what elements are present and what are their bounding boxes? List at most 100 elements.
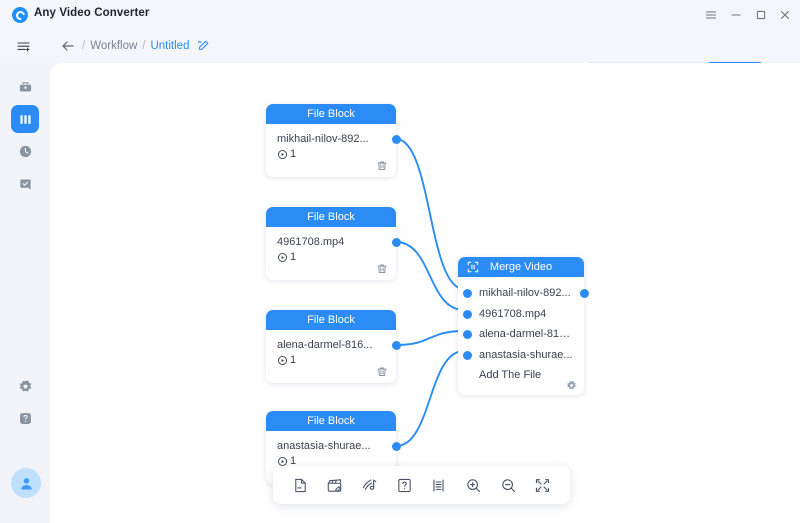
merge-file-row[interactable]: 4961708.mp4 [458, 304, 584, 325]
left-sidebar [0, 63, 50, 523]
gear-icon[interactable] [565, 379, 577, 391]
file-name-label: mikhail-nilov-892... [277, 133, 369, 145]
output-port[interactable] [391, 442, 401, 451]
merge-file-label: mikhail-nilov-892... [479, 287, 571, 300]
app-logo-icon [12, 7, 28, 23]
video-clip-icon [277, 355, 288, 366]
app-title: Any Video Converter [34, 7, 150, 19]
workflow-canvas[interactable]: File Block mikhail-nilov-892... 1 File B… [50, 63, 800, 523]
video-clip-icon [277, 456, 288, 467]
minimize-icon[interactable] [727, 6, 745, 24]
file-count: 1 [277, 251, 386, 263]
output-port[interactable] [391, 135, 401, 144]
help-button[interactable] [393, 474, 415, 496]
merge-file-label: 4961708.mp4 [479, 307, 547, 320]
breadcrumb-item-workflow[interactable]: Workflow [90, 40, 137, 52]
input-port[interactable] [463, 309, 472, 319]
trash-icon[interactable] [375, 262, 388, 275]
audio-wave-note-icon [361, 477, 378, 494]
bookmark-check-icon [18, 177, 33, 192]
zoom-in-button[interactable] [463, 474, 485, 496]
file-count: 1 [277, 148, 386, 160]
trash-icon[interactable] [375, 365, 388, 378]
node-title: Merge Video [489, 261, 553, 273]
node-title: File Block [307, 108, 355, 120]
application-window: Any Video Converter / Workflow / Untitle… [0, 0, 800, 523]
input-port[interactable] [463, 350, 472, 360]
merge-file-label: anastasia-shurae... [479, 348, 573, 361]
sidebar-item-workflow[interactable] [11, 105, 39, 133]
file-count-value: 1 [290, 148, 297, 160]
maximize-icon[interactable] [752, 6, 770, 24]
node-header: File Block [266, 310, 396, 330]
user-icon [18, 475, 35, 492]
edit-pencil-icon[interactable] [197, 39, 210, 52]
audio-button[interactable] [358, 474, 380, 496]
output-port[interactable] [391, 238, 401, 247]
back-arrow-icon[interactable] [60, 38, 76, 54]
node-title: File Block [307, 415, 355, 427]
zoom-out-icon [500, 477, 517, 494]
trash-icon[interactable] [375, 159, 388, 172]
file-name-label: alena-darmel-816... [277, 339, 373, 351]
toolbox-icon [18, 80, 33, 95]
merge-file-row[interactable]: alena-darmel-816... [458, 324, 584, 345]
sidebar-item-history[interactable] [11, 137, 39, 165]
file-count-value: 1 [290, 251, 297, 263]
sidebar-toggle-icon[interactable] [14, 37, 32, 55]
fit-screen-icon [534, 477, 551, 494]
question-help-icon [18, 411, 33, 426]
title-bar: Any Video Converter [0, 0, 800, 30]
node-title: File Block [307, 211, 355, 223]
input-port[interactable] [463, 289, 472, 298]
node-header: File Block [266, 207, 396, 227]
file-name-label: 4961708.mp4 [277, 236, 345, 248]
file-minus-icon [292, 477, 309, 494]
file-block-node[interactable]: File Block mikhail-nilov-892... 1 [266, 104, 401, 177]
breadcrumb-item-current[interactable]: Untitled [150, 40, 189, 52]
close-icon[interactable] [776, 6, 794, 24]
file-count-value: 1 [290, 354, 297, 366]
connection-edges [395, 138, 465, 447]
hamburger-menu-icon[interactable] [702, 6, 720, 24]
canvas-toolbar [273, 466, 570, 504]
file-name-label: anastasia-shurae... [277, 440, 371, 452]
input-port[interactable] [463, 330, 472, 339]
node-header: File Block [266, 411, 396, 431]
zoom-out-button[interactable] [497, 474, 519, 496]
clapperboard-edit-icon [326, 477, 343, 494]
fit-screen-button[interactable] [532, 474, 554, 496]
output-port[interactable] [579, 289, 589, 298]
zoom-in-icon [465, 477, 482, 494]
breadcrumb: / Workflow / Untitled [82, 39, 210, 52]
file-count: 1 [277, 354, 386, 366]
merge-video-node[interactable]: Merge Video mikhail-nilov-892... 4961708… [458, 257, 589, 395]
add-file-label: Add The File [479, 369, 542, 382]
workflow-columns-icon [18, 112, 33, 127]
merge-file-row[interactable]: mikhail-nilov-892... [458, 283, 584, 304]
question-box-icon [396, 477, 413, 494]
list-layout-icon [430, 477, 447, 494]
video-clip-icon [277, 149, 288, 160]
list-view-button[interactable] [428, 474, 450, 496]
breadcrumb-separator-leading: / [82, 39, 86, 52]
node-title: File Block [307, 314, 355, 326]
sidebar-item-settings[interactable] [11, 372, 39, 400]
merge-file-row[interactable]: anastasia-shurae... [458, 345, 584, 366]
video-clip-icon [277, 252, 288, 263]
merge-icon [466, 260, 479, 273]
sidebar-item-toolbox[interactable] [11, 73, 39, 101]
user-avatar[interactable] [11, 468, 41, 498]
add-file-button[interactable] [289, 474, 311, 496]
sidebar-item-tasks[interactable] [11, 170, 39, 198]
merge-file-label: alena-darmel-816... [479, 328, 574, 341]
top-bar: / Workflow / Untitled Open a Workflow [0, 30, 800, 88]
gear-icon [18, 379, 33, 394]
edit-video-button[interactable] [324, 474, 346, 496]
file-block-node[interactable]: File Block 4961708.mp4 1 [266, 207, 401, 280]
sidebar-item-help[interactable] [11, 404, 39, 432]
node-header: File Block [266, 104, 396, 124]
file-block-node[interactable]: File Block alena-darmel-816... 1 [266, 310, 401, 383]
output-port[interactable] [391, 341, 401, 350]
node-header: Merge Video [458, 257, 584, 277]
